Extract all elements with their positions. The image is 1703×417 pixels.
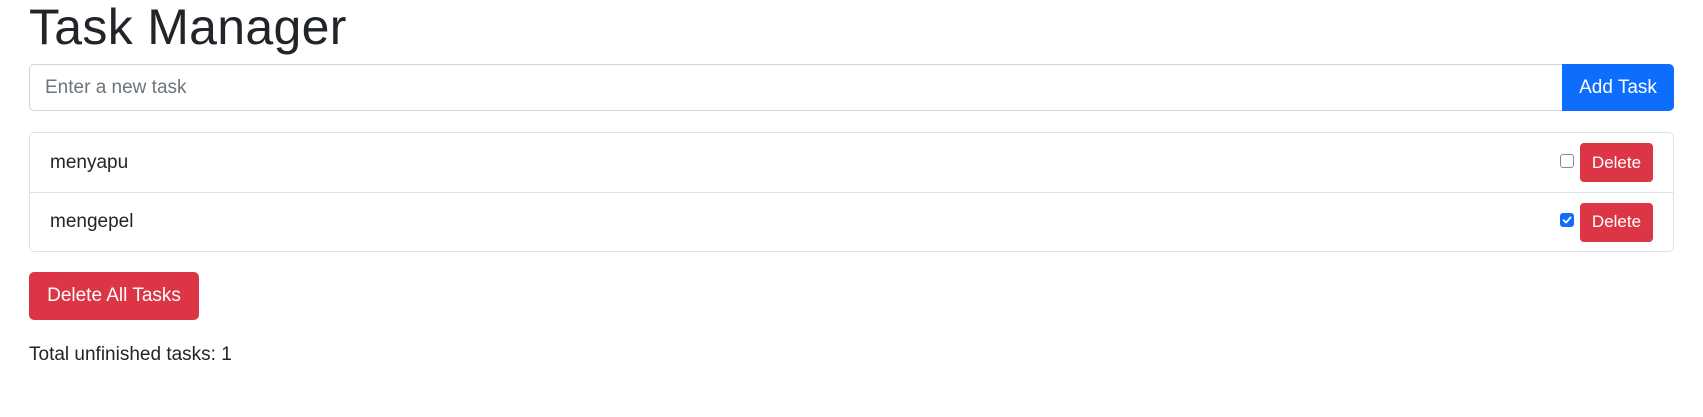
- task-completed-checkbox[interactable]: [1560, 153, 1574, 168]
- task-completed-checkbox[interactable]: [1560, 213, 1574, 227]
- task-item: mengepel Delete: [30, 192, 1673, 251]
- delete-task-button[interactable]: Delete: [1580, 202, 1653, 242]
- add-task-button[interactable]: Add Task: [1562, 64, 1674, 111]
- app-container: Task Manager Add Task menyapu Delete men…: [29, 0, 1674, 365]
- task-name: mengepel: [50, 211, 134, 232]
- new-task-input[interactable]: [29, 64, 1562, 111]
- task-item: menyapu Delete: [30, 133, 1673, 192]
- task-list: menyapu Delete mengepel Delete: [29, 132, 1674, 252]
- check-icon: [1562, 216, 1572, 224]
- page-title: Task Manager: [29, 0, 347, 55]
- delete-all-tasks-button[interactable]: Delete All Tasks: [29, 272, 199, 320]
- task-name: menyapu: [50, 151, 129, 173]
- delete-task-button[interactable]: Delete: [1580, 143, 1653, 182]
- unfinished-tasks-count: Total unfinished tasks: 1: [29, 344, 232, 365]
- new-task-form: Add Task: [29, 64, 1674, 111]
